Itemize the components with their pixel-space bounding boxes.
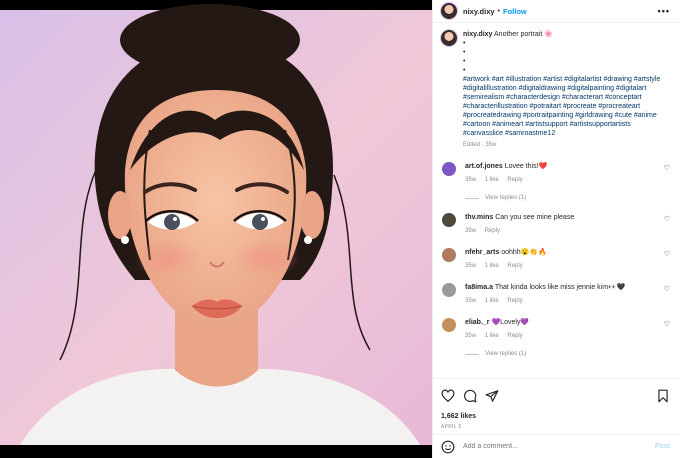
comment-time: 35w [465,298,477,304]
reply-button[interactable]: Reply [507,263,522,269]
action-bar [433,378,680,412]
comment-time: 35w [465,333,477,339]
comment-avatar[interactable] [442,248,456,262]
caption-edited: Edited · 35w [463,142,497,148]
comment-item: fa8ima.a That kinda looks like miss jenn… [441,283,670,306]
view-replies[interactable]: View replies (1) [465,195,670,201]
post-dialog: nixy.dixy • Follow ••• nixy.dixy Another… [0,0,680,458]
heart-icon[interactable]: ♡ [664,320,670,341]
avatar[interactable] [441,3,457,19]
caption-text: Another portrait 🌸 [494,31,553,38]
more-icon[interactable]: ••• [658,6,670,16]
comment-likes[interactable]: 1 like [485,263,499,269]
comment-likes[interactable]: 1 like [485,298,499,304]
heart-icon[interactable]: ♡ [664,285,670,306]
share-icon[interactable] [485,389,499,403]
post-image[interactable] [0,0,432,458]
comment-username[interactable]: fa8ima.a [465,284,493,291]
comment-time: 35w [465,263,477,269]
view-replies-label[interactable]: View replies (1) [485,195,526,201]
emoji-icon[interactable] [441,440,455,454]
caption-username[interactable]: nixy.dixy [463,31,492,38]
reply-button[interactable]: Reply [507,177,522,183]
comment-icon[interactable] [463,389,477,403]
heart-icon[interactable] [441,389,455,403]
comment-text: oohhh😮👏🔥 [501,249,547,256]
bookmark-icon[interactable] [656,389,670,403]
view-replies-label[interactable]: View replies (1) [485,351,526,357]
likes-count[interactable]: 1,662 likes [441,413,476,420]
caption-bullet: • [463,40,466,47]
comment-username[interactable]: eliab._r [465,319,490,326]
comment-avatar[interactable] [442,213,456,227]
heart-icon[interactable]: ♡ [664,215,670,236]
comment-likes[interactable]: 1 like [485,333,499,339]
comment-item: nfehr_arts oohhh😮👏🔥 35w 1 like Reply ♡ [441,248,670,271]
heart-icon[interactable]: ♡ [664,250,670,271]
add-comment-bar: Post [433,434,680,458]
comment-time: 35w [465,228,477,234]
comment-item: art.of.jones Lovee this!❤️ 35w 1 like Re… [441,162,670,185]
post-button[interactable]: Post [655,443,670,450]
header-username[interactable]: nixy.dixy [463,7,495,16]
portrait-illustration [0,4,432,445]
separator-dot: • [497,7,500,15]
comment-username[interactable]: thv.mins [465,214,493,221]
comment-avatar[interactable] [442,283,456,297]
view-replies[interactable]: View replies (1) [465,351,670,357]
reply-button[interactable]: Reply [507,333,522,339]
comments-scroll[interactable]: nixy.dixy Another portrait 🌸 • • • • #ar… [433,22,680,378]
comment-likes[interactable]: 1 like [485,177,499,183]
caption: nixy.dixy Another portrait 🌸 • • • • #ar… [441,30,670,150]
post-date: APRIL 5 [441,424,462,430]
comment-avatar[interactable] [442,318,456,332]
comment-input[interactable] [463,443,655,450]
comment-text: 💜Lovely💜 [491,319,530,326]
heart-icon[interactable]: ♡ [664,164,670,185]
comment-username[interactable]: art.of.jones [465,163,503,170]
comment-text: Can you see mine please [495,214,575,221]
follow-button[interactable]: Follow [503,7,527,16]
post-side-panel: nixy.dixy • Follow ••• nixy.dixy Another… [432,0,680,458]
post-header: nixy.dixy • Follow ••• [433,0,680,23]
reply-button[interactable]: Reply [485,228,500,234]
caption-bullet: • [463,58,466,65]
caption-bullet: • [463,67,466,74]
comment-item: eliab._r 💜Lovely💜 35w 1 like Reply ♡ [441,318,670,341]
comment-username[interactable]: nfehr_arts [465,249,499,256]
reply-button[interactable]: Reply [507,298,522,304]
caption-hashtags[interactable]: #artwork #art #illustration #artist #dig… [463,76,660,137]
comment-text: Lovee this!❤️ [504,163,548,170]
caption-bullet: • [463,49,466,56]
avatar[interactable] [441,30,457,46]
comment-text: That kinda looks like miss jennie kim👀🖤 [494,284,626,291]
comment-avatar[interactable] [442,162,456,176]
comment-time: 35w [465,177,477,183]
comment-item: thv.mins Can you see mine please 35w Rep… [441,213,670,236]
